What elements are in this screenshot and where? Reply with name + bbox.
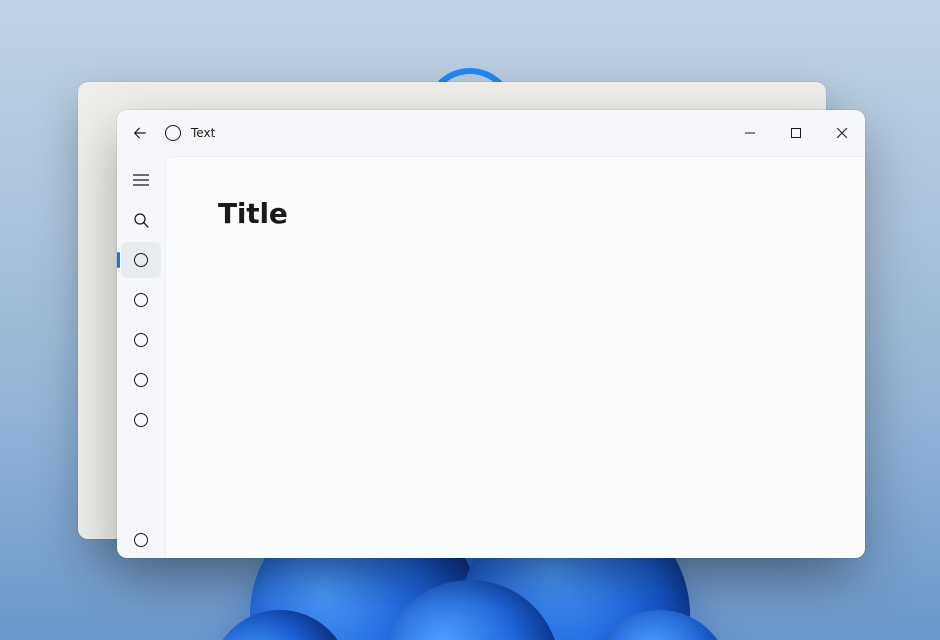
arrow-left-icon (133, 126, 147, 140)
nav-item-4[interactable] (121, 362, 161, 398)
page-title: Title (218, 197, 813, 230)
search-icon (133, 212, 149, 228)
nav-search[interactable] (121, 202, 161, 238)
minimize-button[interactable] (727, 117, 773, 149)
circle-icon (134, 533, 148, 547)
nav-footer-item[interactable] (121, 522, 161, 558)
nav-item-3[interactable] (121, 322, 161, 358)
content-area: Title (165, 156, 865, 558)
maximize-button[interactable] (773, 117, 819, 149)
app-window: Text Title (117, 110, 865, 558)
nav-item-2[interactable] (121, 282, 161, 318)
window-title: Text (191, 126, 215, 140)
nav-hamburger[interactable] (121, 162, 161, 198)
close-button[interactable] (819, 117, 865, 149)
minimize-icon (745, 128, 755, 138)
maximize-icon (791, 128, 801, 138)
nav-item-5[interactable] (121, 402, 161, 438)
close-icon (837, 128, 847, 138)
circle-icon (134, 253, 148, 267)
hamburger-icon (133, 174, 149, 186)
circle-icon (134, 413, 148, 427)
navigation-rail (117, 156, 165, 558)
nav-item-1[interactable] (121, 242, 161, 278)
back-button[interactable] (123, 116, 157, 150)
circle-icon (134, 333, 148, 347)
circle-icon (134, 373, 148, 387)
circle-icon (134, 293, 148, 307)
title-bar[interactable]: Text (117, 110, 865, 156)
app-icon (165, 125, 181, 141)
